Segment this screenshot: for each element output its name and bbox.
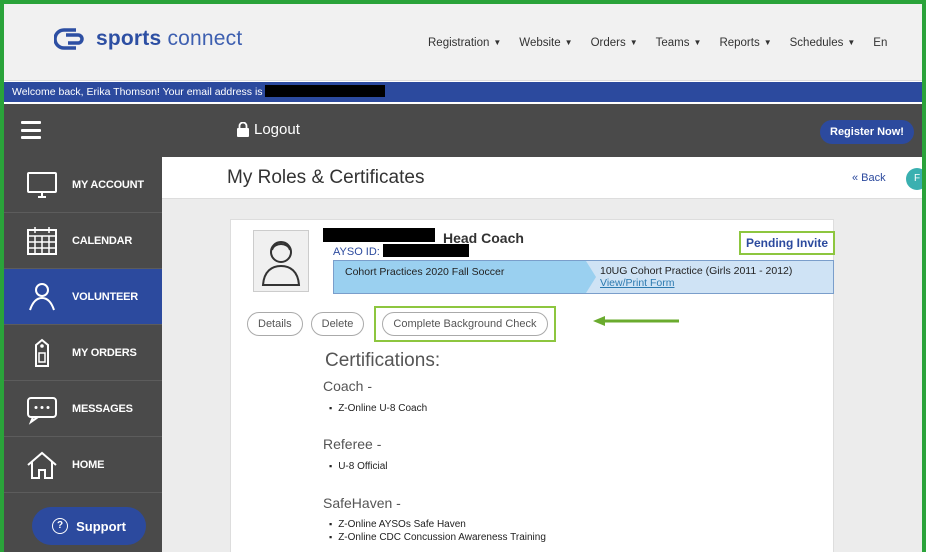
list-item: Z-Online AYSOs Safe Haven	[329, 518, 546, 531]
cert-list-safehaven: Z-Online AYSOs Safe Haven Z-Online CDC C…	[329, 518, 546, 544]
menu-icon[interactable]	[21, 121, 41, 139]
background-check-highlight: Complete Background Check	[374, 306, 556, 342]
delete-button[interactable]: Delete	[310, 312, 365, 336]
sidebar-item-label: MESSAGES	[72, 402, 133, 415]
register-now-button[interactable]: Register Now!	[820, 120, 914, 144]
complete-background-check-button[interactable]: Complete Background Check	[382, 312, 548, 336]
logo-icon	[54, 28, 84, 50]
sidebar-item-my-orders[interactable]: MY ORDERS	[4, 325, 162, 381]
logout-label: Logout	[254, 121, 300, 138]
nav-registration[interactable]: Registration ▼	[428, 37, 501, 49]
list-item: U-8 Official	[329, 460, 387, 473]
chevron-down-icon: ▼	[493, 38, 502, 47]
sidebar-item-label: CALENDAR	[72, 234, 133, 247]
role-card-body: Head Coach AYSO ID: Pending Invite Cohor…	[239, 226, 836, 552]
ayso-id: AYSO ID:	[333, 244, 469, 258]
nav-teams[interactable]: Teams ▼	[656, 37, 702, 49]
redacted-email	[264, 85, 385, 97]
calendar-icon	[24, 224, 60, 258]
view-print-form-link[interactable]: View/Print Form	[600, 277, 792, 289]
sidebar-item-messages[interactable]: MESSAGES	[4, 381, 162, 437]
welcome-banner: Welcome back, Erika Thomson! Your email …	[4, 82, 922, 102]
sidebar-item-home[interactable]: HOME	[4, 437, 162, 493]
sidebar: MY ACCOUNT CALENDAR VOLUNTEER MY ORDERS …	[4, 157, 162, 552]
brand-name: sports connect	[96, 27, 243, 50]
chevron-down-icon: ▼	[693, 38, 702, 47]
cert-section-referee: Referee -	[323, 436, 382, 452]
sidebar-item-volunteer[interactable]: VOLUNTEER	[4, 269, 162, 325]
cert-list-coach: Z-Online U-8 Coach	[329, 402, 427, 415]
nav-website[interactable]: Website ▼	[519, 37, 572, 49]
support-label: Support	[76, 518, 126, 534]
nav-more[interactable]: En	[873, 37, 887, 49]
redacted-name	[323, 228, 435, 242]
nav-orders[interactable]: Orders ▼	[591, 37, 638, 49]
app-frame: sports connect Registration ▼ Website ▼ Or…	[4, 4, 922, 552]
monitor-icon	[24, 168, 60, 202]
details-button[interactable]: Details	[247, 312, 303, 336]
sidebar-item-my-account[interactable]: MY ACCOUNT	[4, 157, 162, 213]
sidebar-item-calendar[interactable]: CALENDAR	[4, 213, 162, 269]
main-content: My Roles & Certificates « Back F Head Co…	[162, 157, 922, 552]
sports-connect-logo[interactable]: sports connect	[54, 26, 242, 52]
nav-reports[interactable]: Reports ▼	[719, 37, 771, 49]
chevron-down-icon: ▼	[629, 38, 638, 47]
list-item: Z-Online CDC Concussion Awareness Traini…	[329, 531, 546, 544]
top-header: sports connect Registration ▼ Website ▼ Or…	[4, 4, 922, 81]
support-button[interactable]: ? Support	[32, 507, 146, 545]
program-name: Cohort Practices 2020 Fall Soccer	[334, 261, 596, 293]
sidebar-item-label: MY ORDERS	[72, 346, 137, 359]
person-icon	[261, 241, 301, 286]
redacted-ayso-id	[382, 244, 469, 257]
back-link[interactable]: « Back	[852, 172, 886, 184]
sidebar-item-label: HOME	[72, 458, 105, 471]
list-item: Z-Online U-8 Coach	[329, 402, 427, 415]
role-actions: Details Delete Complete Background Check	[247, 306, 556, 342]
nav-schedules[interactable]: Schedules ▼	[790, 37, 856, 49]
top-nav: Registration ▼ Website ▼ Orders ▼ Teams ▼ Re…	[428, 37, 887, 49]
tag-icon	[24, 336, 60, 370]
page-header: My Roles & Certificates « Back F	[162, 157, 922, 199]
home-icon	[24, 448, 60, 482]
cert-section-coach: Coach -	[323, 378, 373, 394]
chevron-down-icon: ▼	[847, 38, 856, 47]
welcome-text: Welcome back, Erika Thomson! Your email …	[12, 86, 263, 98]
role-card: Head Coach AYSO ID: Pending Invite Cohor…	[230, 219, 836, 552]
sidebar-item-label: VOLUNTEER	[72, 290, 139, 303]
help-icon: ?	[52, 518, 69, 534]
message-icon	[24, 392, 60, 426]
volunteer-icon	[24, 280, 60, 314]
status-badge: Pending Invite	[739, 231, 836, 255]
page-title: My Roles & Certificates	[227, 167, 425, 188]
cert-section-safehaven: SafeHaven -	[323, 495, 401, 511]
user-bubble[interactable]: F	[906, 168, 922, 190]
logout-button[interactable]: Logout	[236, 121, 300, 138]
chevron-down-icon: ▼	[763, 38, 772, 47]
cert-list-referee: U-8 Official	[329, 460, 387, 473]
program-breadcrumb: Cohort Practices 2020 Fall Soccer 10UG C…	[333, 260, 834, 294]
division-name: 10UG Cohort Practice (Girls 2011 - 2012)	[600, 265, 793, 277]
toolbar: Logout Register Now!	[4, 104, 922, 157]
avatar	[253, 230, 309, 292]
chevron-down-icon: ▼	[564, 38, 573, 47]
sidebar-item-label: MY ACCOUNT	[72, 178, 144, 191]
lock-icon	[237, 122, 249, 137]
certifications-title: Certifications:	[325, 350, 441, 371]
division-info: 10UG Cohort Practice (Girls 2011 - 2012)…	[600, 265, 792, 289]
annotation-arrow-icon	[593, 316, 679, 326]
